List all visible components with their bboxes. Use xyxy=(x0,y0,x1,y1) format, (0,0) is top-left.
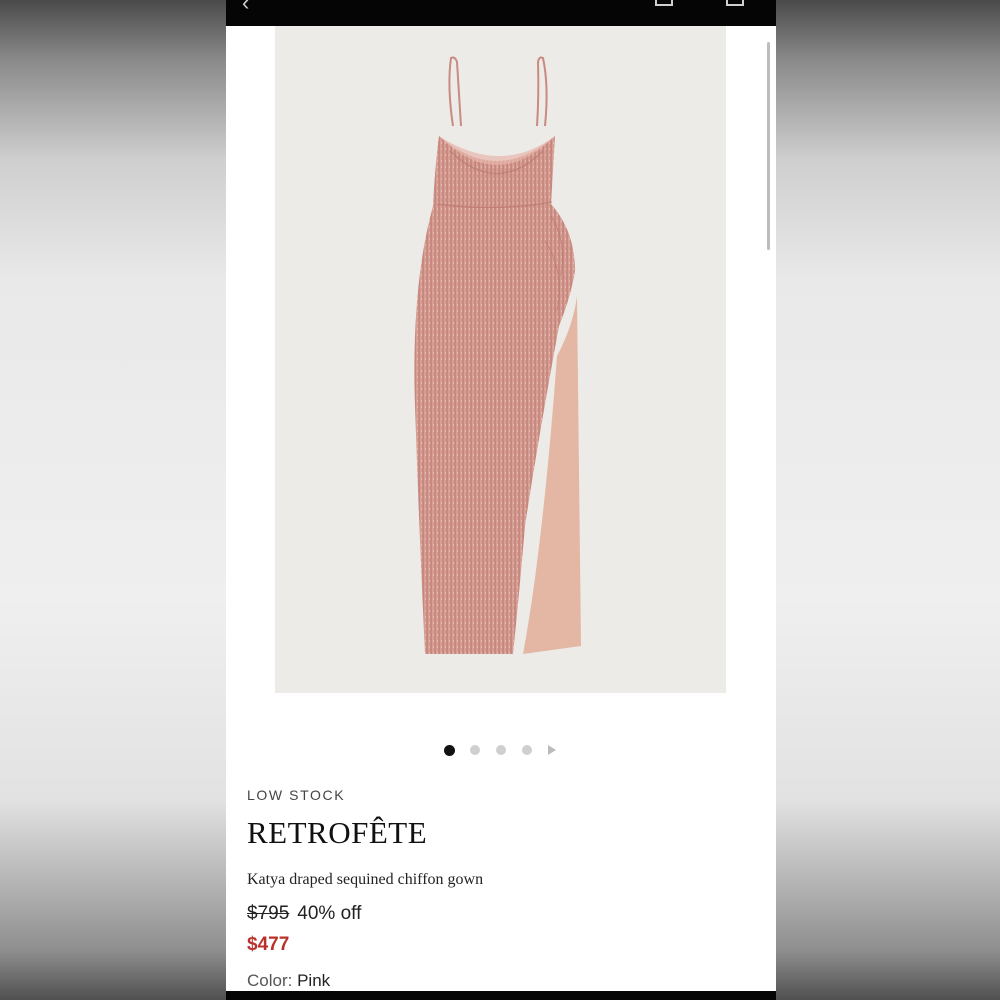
color-row: Color: Pink xyxy=(247,971,330,991)
play-triangle-icon[interactable] xyxy=(548,745,556,755)
stock-status: LOW STOCK xyxy=(247,787,346,803)
gallery-dot-1[interactable] xyxy=(444,745,455,756)
app-screen: ‹ LOW STOCK RETROFÊTE Katya draped sequi… xyxy=(226,0,776,1000)
price-row: $795 40% off xyxy=(247,903,361,925)
brand-name[interactable]: RETROFÊTE xyxy=(247,815,427,851)
gallery-dot-4[interactable] xyxy=(522,745,532,755)
share-icon[interactable] xyxy=(655,0,673,6)
dress-illustration xyxy=(414,56,581,654)
product-name: Katya draped sequined chiffon gown xyxy=(247,871,484,888)
top-navigation-bar: ‹ xyxy=(226,0,776,26)
gallery-dot-2[interactable] xyxy=(470,745,480,755)
right-backdrop xyxy=(776,0,1000,1000)
gallery-dot-3[interactable] xyxy=(496,745,506,755)
color-label: Color: xyxy=(247,971,293,990)
original-price: $795 xyxy=(247,903,290,924)
bag-icon[interactable] xyxy=(726,0,744,6)
discount-label: 40% off xyxy=(297,903,362,924)
scrollbar[interactable] xyxy=(767,42,770,250)
sale-price: $477 xyxy=(247,934,290,955)
chevron-left-icon[interactable]: ‹ xyxy=(242,0,249,16)
left-backdrop xyxy=(0,0,226,1000)
bottom-bar xyxy=(226,991,776,1000)
color-value: Pink xyxy=(297,971,331,990)
product-image[interactable] xyxy=(275,26,726,693)
